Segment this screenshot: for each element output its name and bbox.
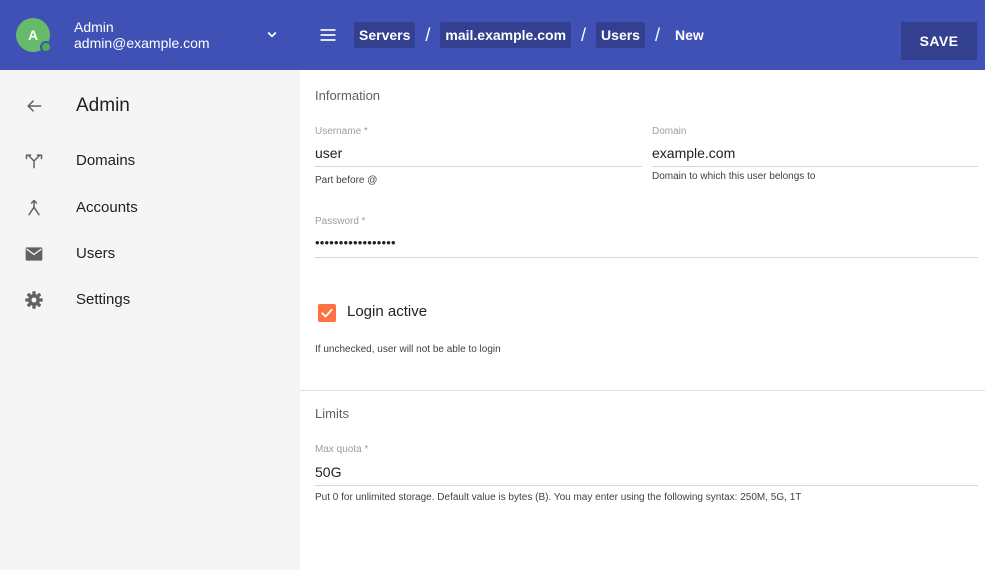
password-label: Password * bbox=[315, 216, 366, 227]
account-name: Admin bbox=[74, 19, 114, 35]
menu-icon[interactable] bbox=[318, 25, 338, 45]
login-active-checkbox[interactable] bbox=[318, 304, 336, 322]
sidebar-item-label: Users bbox=[76, 245, 116, 262]
app-bar: Servers / mail.example.com / Users / New… bbox=[300, 0, 985, 70]
gear-icon bbox=[25, 291, 43, 309]
username-label: Username * bbox=[315, 126, 368, 137]
envelope-icon bbox=[25, 247, 43, 261]
breadcrumb-server-name[interactable]: mail.example.com bbox=[440, 22, 572, 48]
breadcrumb-separator: / bbox=[654, 24, 660, 45]
max-quota-input[interactable] bbox=[315, 464, 955, 480]
sidebar-item-accounts[interactable]: Accounts bbox=[0, 196, 300, 220]
username-hint: Part before @ bbox=[315, 175, 378, 186]
sidebar-item-label: Domains bbox=[76, 152, 136, 169]
login-active-label: Login active bbox=[347, 303, 428, 320]
avatar[interactable]: A bbox=[16, 18, 52, 53]
accounts-merge-icon bbox=[28, 199, 40, 216]
domain-underline bbox=[652, 166, 978, 167]
sidebar: Admin Domains Accounts Users Settings bbox=[0, 70, 300, 570]
password-input[interactable]: ••••••••••••••••• bbox=[315, 235, 955, 250]
arrow-back-icon[interactable] bbox=[24, 96, 44, 116]
chevron-down-icon[interactable] bbox=[264, 27, 280, 43]
breadcrumb-current: New bbox=[674, 27, 704, 43]
domains-fork-icon bbox=[25, 154, 43, 169]
breadcrumb: Servers / mail.example.com / Users / New bbox=[354, 22, 709, 48]
breadcrumb-separator: / bbox=[425, 24, 431, 45]
account-email: admin@example.com bbox=[74, 35, 210, 51]
section-divider bbox=[300, 390, 985, 391]
breadcrumb-servers[interactable]: Servers bbox=[354, 22, 416, 48]
main-form: Information Username * Part before @ Dom… bbox=[300, 70, 985, 570]
domain-hint: Domain to which this user belongs to bbox=[652, 171, 816, 182]
domain-select[interactable] bbox=[652, 145, 972, 161]
username-input[interactable] bbox=[315, 145, 635, 161]
section-title-information: Information bbox=[315, 88, 381, 103]
max-quota-underline bbox=[315, 485, 978, 486]
section-title-limits: Limits bbox=[315, 406, 349, 421]
max-quota-hint: Put 0 for unlimited storage. Default val… bbox=[315, 492, 802, 503]
sidebar-title: Admin bbox=[76, 95, 130, 116]
account-info: Admin admin@example.com bbox=[74, 19, 210, 51]
sidebar-back[interactable]: Admin bbox=[0, 94, 300, 118]
breadcrumb-users[interactable]: Users bbox=[596, 22, 645, 48]
sidebar-item-settings[interactable]: Settings bbox=[0, 288, 300, 312]
checkmark-icon bbox=[321, 308, 333, 318]
sidebar-item-label: Settings bbox=[76, 291, 131, 308]
password-underline bbox=[315, 257, 978, 258]
sidebar-item-users[interactable]: Users bbox=[0, 242, 300, 266]
domain-label: Domain bbox=[652, 126, 687, 137]
breadcrumb-separator: / bbox=[581, 24, 587, 45]
sidebar-item-domains[interactable]: Domains bbox=[0, 149, 300, 173]
account-header: A Admin admin@example.com bbox=[0, 0, 300, 70]
login-active-hint: If unchecked, user will not be able to l… bbox=[315, 344, 501, 355]
save-button[interactable]: SAVE bbox=[901, 22, 977, 60]
sidebar-item-label: Accounts bbox=[76, 199, 138, 216]
online-status-indicator bbox=[40, 41, 52, 53]
max-quota-label: Max quota * bbox=[315, 444, 369, 455]
username-underline bbox=[315, 166, 642, 167]
avatar-letter: A bbox=[27, 27, 39, 43]
